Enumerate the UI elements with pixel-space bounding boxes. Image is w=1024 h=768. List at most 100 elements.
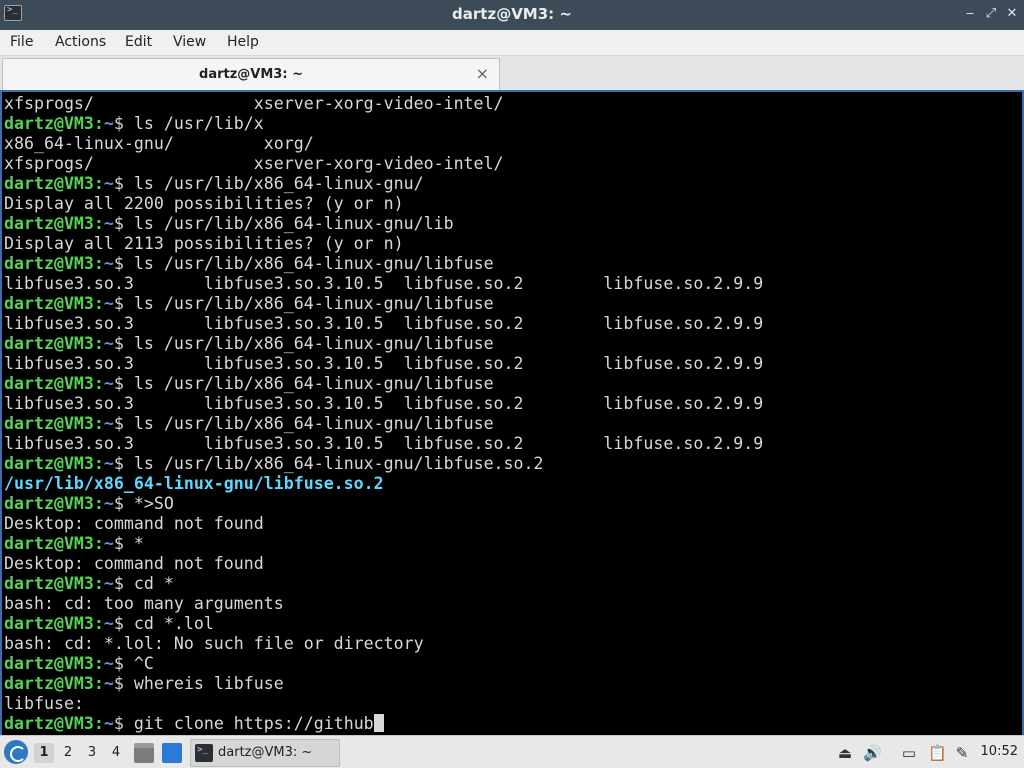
output-text: Desktop: command not found [4,554,264,573]
command-text: ls /usr/lib/x86_64-linux-gnu/libfuse [133,294,494,313]
prompt-user: dartz@VM3 [4,714,94,733]
prompt-sign: $ [113,174,134,193]
prompt-sign: $ [113,534,134,553]
output-text: Display all 2200 possibilities? (y or n) [4,194,404,213]
output-text: xfsprogs/ xserver-xorg-video-intel/ [4,154,504,173]
workspace-3[interactable]: 3 [82,743,102,763]
prompt-separator: : [93,574,104,593]
tab-close-icon[interactable]: × [476,64,489,83]
output-text: /usr/lib/x86_64-linux-gnu/libfuse.so.2 [4,474,384,493]
terminal-line: Desktop: command not found [4,554,763,574]
prompt-path: ~ [103,334,114,353]
workspace-1[interactable]: 1 [34,743,54,763]
prompt-user: dartz@VM3 [4,174,94,193]
prompt-path: ~ [103,654,114,673]
menu-bar: File Actions Edit View Help [0,30,1024,56]
prompt-separator: : [93,494,104,513]
prompt-sign: $ [113,494,134,513]
output-text: libfuse3.so.3 libfuse3.so.3.10.5 libfuse… [4,434,764,453]
prompt-separator: : [93,454,104,473]
output-text: libfuse: [4,694,84,713]
eject-icon[interactable]: ⏏ [836,744,854,762]
prompt-separator: : [93,294,104,313]
prompt-user: dartz@VM3 [4,574,94,593]
terminal-line: dartz@VM3:~$ ls /usr/lib/x [4,114,763,134]
prompt-separator: : [93,414,104,433]
network-icon[interactable]: ▭ [900,744,918,762]
tab-bar: dartz@VM3: ~ × [0,56,1024,90]
prompt-user: dartz@VM3 [4,414,94,433]
file-manager-icon[interactable] [134,743,154,763]
prompt-path: ~ [103,574,114,593]
terminal-line: dartz@VM3:~$ ^C [4,654,763,674]
clipboard-icon[interactable]: 📋 [928,744,947,762]
menu-file[interactable]: File [10,34,33,50]
workspace-4[interactable]: 4 [106,743,126,763]
prompt-path: ~ [103,674,114,693]
prompt-sign: $ [113,254,134,273]
terminal-line: dartz@VM3:~$ ls /usr/lib/x86_64-linux-gn… [4,294,763,314]
terminal-area[interactable]: xfsprogs/ xserver-xorg-video-intel/dartz… [0,90,1024,735]
terminal-output: xfsprogs/ xserver-xorg-video-intel/dartz… [4,94,763,734]
prompt-sign: $ [113,414,134,433]
terminal-line: x86_64-linux-gnu/ xorg/ [4,134,763,154]
terminal-line: libfuse3.so.3 libfuse3.so.3.10.5 libfuse… [4,394,763,414]
taskbar-terminal-label: dartz@VM3: ~ [218,745,313,760]
command-text: ls /usr/lib/x [133,114,264,133]
taskbar: 1 2 3 4 dartz@VM3: ~ ⏏ 🔊 ▭ 📋 ✎ 10:52 [0,735,1024,768]
output-text: libfuse3.so.3 libfuse3.so.3.10.5 libfuse… [4,354,764,373]
prompt-path: ~ [103,714,114,733]
output-text: libfuse3.so.3 libfuse3.so.3.10.5 libfuse… [4,274,764,293]
terminal-line: libfuse3.so.3 libfuse3.so.3.10.5 libfuse… [4,274,763,294]
start-menu-icon[interactable] [4,740,28,764]
command-text: git clone https://github [133,714,374,733]
notes-icon[interactable]: ✎ [953,744,971,762]
command-text: ls /usr/lib/x86_64-linux-gnu/lib [133,214,454,233]
output-text: bash: cd: too many arguments [4,594,284,613]
prompt-path: ~ [103,414,114,433]
menu-actions[interactable]: Actions [55,34,106,50]
show-desktop-icon[interactable] [162,743,182,763]
prompt-separator: : [93,674,104,693]
menu-edit[interactable]: Edit [125,34,152,50]
maximize-button[interactable]: ⤢ [983,6,999,22]
workspace-2[interactable]: 2 [58,743,78,763]
prompt-path: ~ [103,174,114,193]
prompt-separator: : [93,114,104,133]
prompt-sign: $ [113,614,134,633]
menu-help[interactable]: Help [227,34,259,50]
close-button[interactable]: ✕ [1004,6,1020,22]
output-text: Display all 2113 possibilities? (y or n) [4,234,404,253]
prompt-path: ~ [103,374,114,393]
menu-view[interactable]: View [173,34,206,50]
terminal-line: bash: cd: *.lol: No such file or directo… [4,634,763,654]
command-text: ls /usr/lib/x86_64-linux-gnu/ [133,174,424,193]
terminal-line: dartz@VM3:~$ ls /usr/lib/x86_64-linux-gn… [4,454,763,474]
output-text: bash: cd: *.lol: No such file or directo… [4,634,424,653]
terminal-line: Display all 2200 possibilities? (y or n) [4,194,763,214]
command-text: ^C [133,654,154,673]
prompt-sign: $ [113,674,134,693]
prompt-user: dartz@VM3 [4,654,94,673]
command-text: ls /usr/lib/x86_64-linux-gnu/libfuse [133,414,494,433]
prompt-path: ~ [103,254,114,273]
prompt-separator: : [93,254,104,273]
tab-terminal[interactable]: dartz@VM3: ~ × [2,58,500,90]
tab-label: dartz@VM3: ~ [199,67,303,82]
output-text: Desktop: command not found [4,514,264,533]
prompt-user: dartz@VM3 [4,114,94,133]
terminal-line: bash: cd: too many arguments [4,594,763,614]
prompt-sign: $ [113,214,134,233]
output-text: libfuse3.so.3 libfuse3.so.3.10.5 libfuse… [4,394,764,413]
terminal-line: dartz@VM3:~$ ls /usr/lib/x86_64-linux-gn… [4,214,763,234]
volume-icon[interactable]: 🔊 [863,744,882,762]
output-text: xfsprogs/ xserver-xorg-video-intel/ [4,94,504,113]
prompt-user: dartz@VM3 [4,534,94,553]
minimize-button[interactable]: ‒ [962,6,978,22]
command-text: ls /usr/lib/x86_64-linux-gnu/libfuse [133,374,494,393]
taskbar-terminal-button[interactable]: dartz@VM3: ~ [190,739,340,767]
prompt-sign: $ [113,114,134,133]
prompt-separator: : [93,654,104,673]
prompt-user: dartz@VM3 [4,254,94,273]
window-title: dartz@VM3: ~ [452,5,572,23]
